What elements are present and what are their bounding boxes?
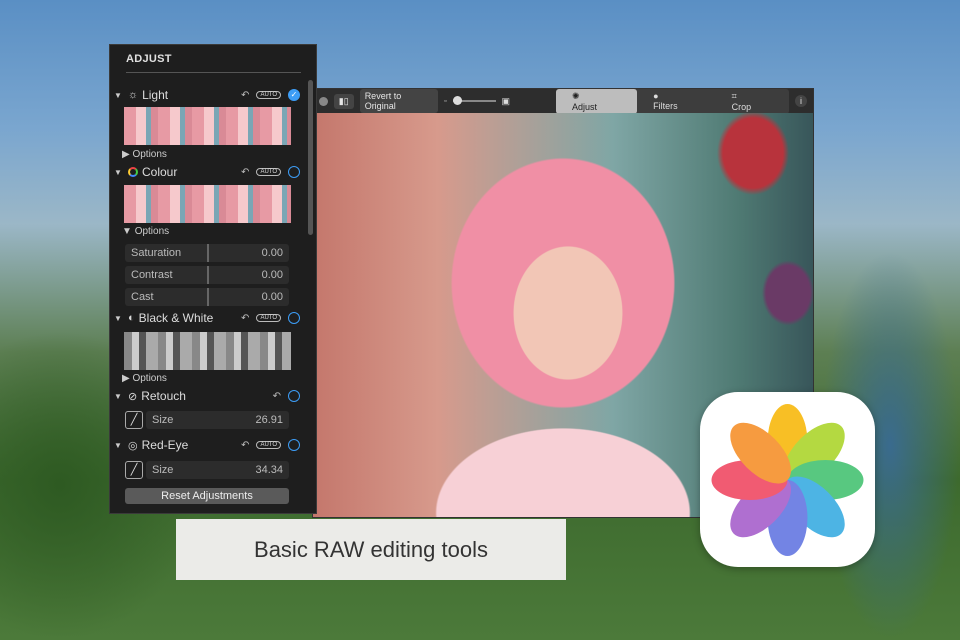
section-label: Colour — [142, 165, 178, 179]
options-label: Options — [132, 373, 167, 384]
section-black-white[interactable]: ▼ ◐ Black & White ↶ AUTO — [114, 309, 300, 327]
collapse-icon[interactable]: ▼ — [114, 392, 124, 401]
options-label: Options — [134, 226, 170, 237]
tab-filters[interactable]: ● Filters — [637, 89, 716, 114]
slider-label: Size — [152, 464, 174, 476]
bandage-icon: ⊘ — [128, 390, 138, 403]
retouch-size-slider[interactable]: Size 26.91 — [146, 411, 289, 429]
section-label: Retouch — [141, 389, 186, 403]
bw-thumbnail-strip[interactable] — [124, 332, 291, 370]
cast-slider[interactable]: Cast 0.00 — [125, 288, 289, 306]
toggle-circle-icon[interactable] — [288, 439, 300, 451]
colour-wheel-icon — [128, 167, 138, 177]
redeye-size-slider[interactable]: Size 34.34 — [146, 461, 289, 479]
half-circle-icon: ◐ — [128, 312, 135, 324]
zoom-slider[interactable] — [452, 96, 496, 105]
slider-label: Contrast — [131, 269, 173, 281]
section-label: Light — [142, 88, 169, 102]
brush-button[interactable]: ╱ — [125, 411, 143, 429]
toggle-circle-icon[interactable] — [288, 166, 300, 178]
collapse-icon[interactable]: ▼ — [114, 441, 124, 450]
collapse-icon[interactable]: ▼ — [114, 91, 124, 100]
undo-icon[interactable]: ↶ — [241, 440, 249, 451]
revert-button[interactable]: Revert to Original — [359, 89, 439, 113]
eye-slash-icon: ◎ — [128, 439, 138, 452]
section-colour[interactable]: ▼ Colour ↶ AUTO — [114, 163, 300, 181]
brush-button[interactable]: ╱ — [125, 461, 143, 479]
tab-adjust[interactable]: ✺ Adjust — [556, 88, 638, 114]
section-retouch[interactable]: ▼ ⊘ Retouch ↶ — [114, 387, 300, 405]
saturation-slider[interactable]: Saturation 0.00 — [125, 244, 289, 262]
undo-icon[interactable]: ↶ — [241, 313, 249, 324]
caption-banner: Basic RAW editing tools — [176, 519, 566, 580]
toolbar: ▮▯ Revert to Original ▫ ▣ ✺ Adjust ● Fil… — [313, 88, 813, 114]
section-label: Red-Eye — [141, 438, 189, 452]
undo-icon[interactable]: ↶ — [241, 90, 249, 101]
collapse-icon[interactable]: ▼ — [114, 314, 124, 323]
undo-icon[interactable]: ↶ — [241, 167, 249, 178]
section-red-eye[interactable]: ▼ ◎ Red-Eye ↶ AUTO — [114, 436, 300, 454]
slider-value: 0.00 — [261, 269, 283, 281]
auto-button[interactable]: AUTO — [256, 314, 281, 322]
zoom-small-icon: ▫ — [444, 97, 447, 105]
collapse-icon[interactable]: ▼ — [114, 168, 124, 177]
photos-app-icon — [700, 392, 875, 567]
zoom-large-icon: ▣ — [501, 95, 511, 106]
slider-label: Saturation — [131, 247, 182, 259]
slider-value: 26.91 — [255, 414, 283, 426]
info-button[interactable]: i — [795, 95, 807, 107]
slider-label: Size — [152, 414, 174, 426]
auto-button[interactable]: AUTO — [256, 91, 281, 99]
slider-value: 0.00 — [261, 291, 283, 303]
mode-tabs: ✺ Adjust ● Filters ⌗ Crop — [556, 88, 789, 114]
auto-button[interactable]: AUTO — [256, 168, 281, 176]
scrollbar[interactable] — [308, 80, 313, 235]
options-toggle[interactable]: ▶ Options — [122, 149, 167, 160]
colour-thumbnail-strip[interactable] — [124, 185, 291, 223]
light-thumbnail-strip[interactable] — [124, 107, 291, 145]
divider — [126, 72, 301, 73]
slider-label: Cast — [131, 291, 154, 303]
slider-value: 34.34 — [255, 464, 283, 476]
auto-button[interactable]: AUTO — [256, 441, 281, 449]
options-toggle[interactable]: ▶ Options — [122, 373, 167, 384]
section-light[interactable]: ▼ ☼ Light ↶ AUTO ✓ — [114, 86, 300, 104]
undo-icon[interactable]: ↶ — [273, 391, 281, 402]
window-dot[interactable] — [319, 96, 328, 106]
section-label: Black & White — [138, 311, 214, 325]
slider-value: 0.00 — [261, 247, 283, 259]
options-label: Options — [132, 149, 167, 160]
photos-flower-icon — [711, 404, 864, 556]
checkmark-icon[interactable]: ✓ — [288, 89, 300, 101]
contrast-slider[interactable]: Contrast 0.00 — [125, 266, 289, 284]
toggle-circle-icon[interactable] — [288, 312, 300, 324]
reset-adjustments-button[interactable]: Reset Adjustments — [125, 488, 289, 504]
panel-title: ADJUST — [126, 53, 172, 65]
adjust-panel: ADJUST ▼ ☼ Light ↶ AUTO ✓ ▶ Options ▼ Co… — [109, 44, 317, 514]
tab-crop[interactable]: ⌗ Crop — [716, 89, 789, 114]
split-view-button[interactable]: ▮▯ — [333, 93, 354, 109]
options-toggle[interactable]: ▼ Options — [122, 226, 169, 237]
sun-icon: ☼ — [128, 89, 139, 101]
toggle-circle-icon[interactable] — [288, 390, 300, 402]
